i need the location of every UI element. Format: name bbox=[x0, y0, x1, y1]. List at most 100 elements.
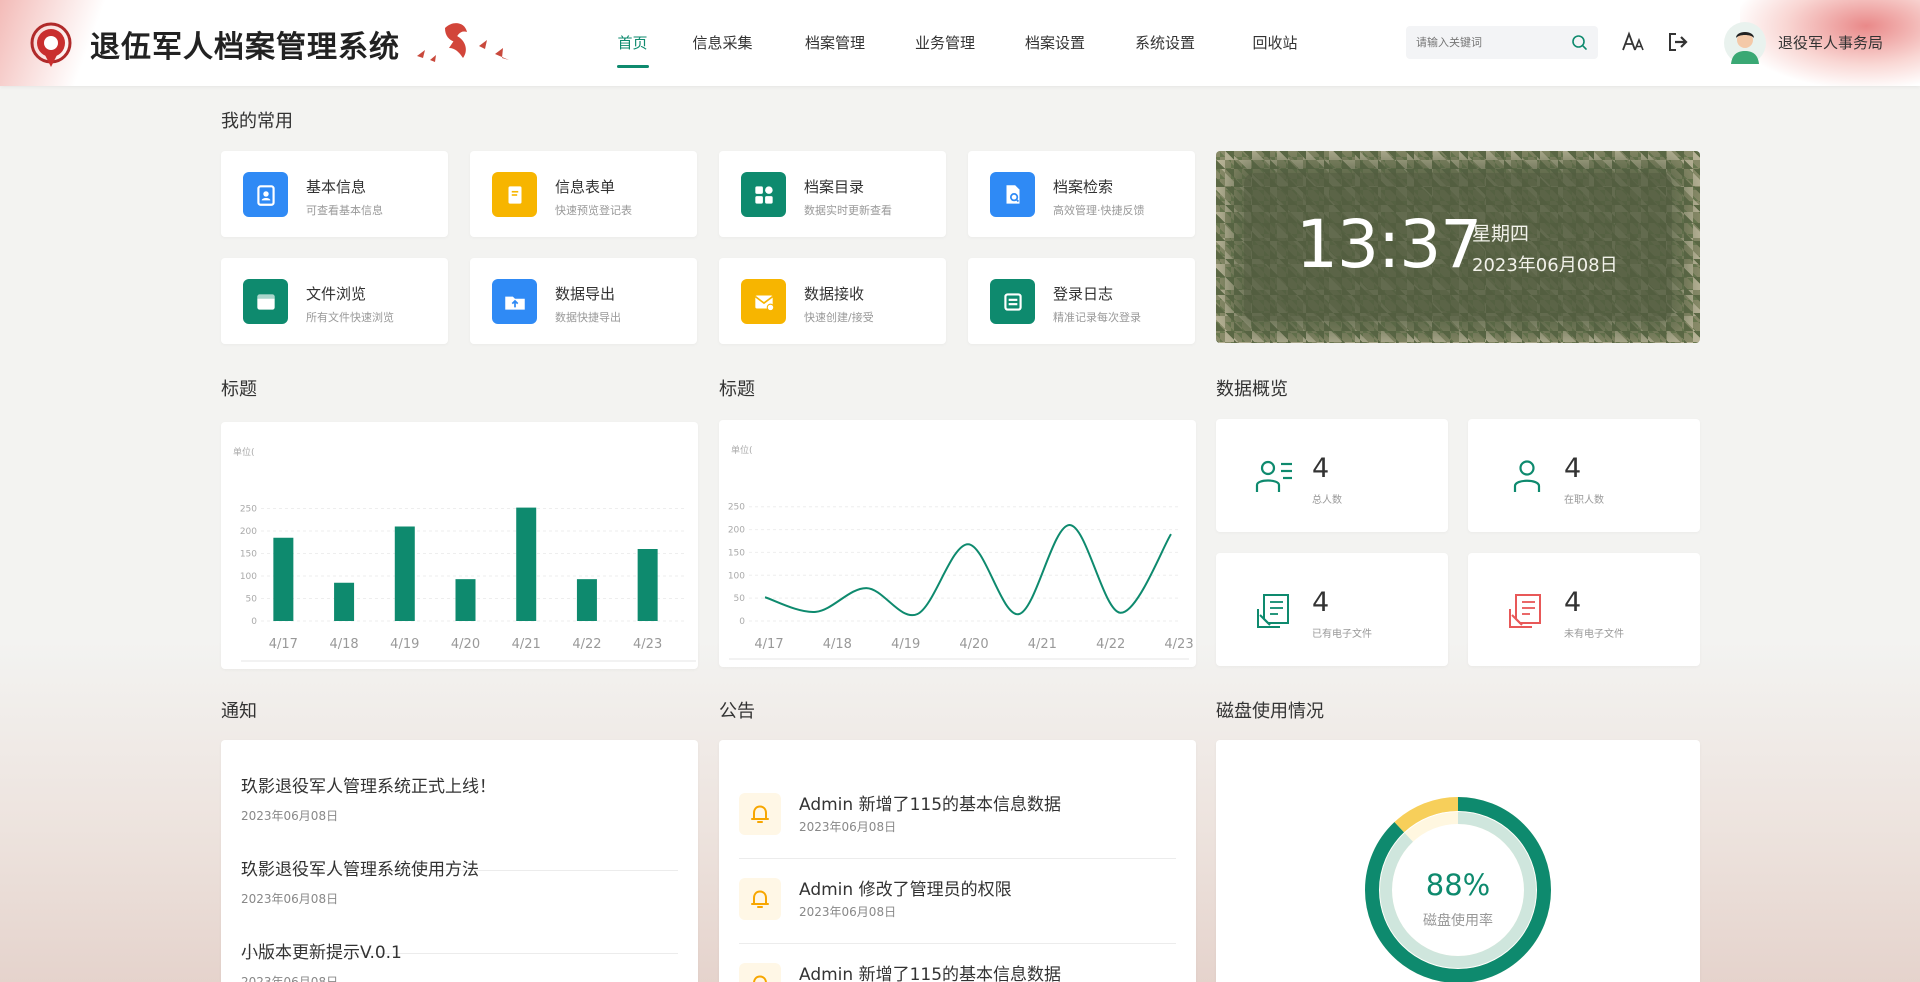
x-tick-label: 4/21 bbox=[512, 637, 541, 652]
bell-icon-box bbox=[739, 878, 781, 920]
notice-date: 2023年06月08日 bbox=[241, 975, 339, 982]
overview-card-3[interactable]: 4 未有电子文件 bbox=[1468, 553, 1700, 666]
overview-card-1[interactable]: 4 在职人数 bbox=[1468, 419, 1700, 532]
overview-label: 未有电子文件 bbox=[1564, 629, 1624, 640]
bar[interactable] bbox=[273, 537, 294, 621]
grid-icon bbox=[754, 185, 773, 204]
y-tick-label: 0 bbox=[251, 617, 257, 627]
search-icon[interactable] bbox=[1571, 34, 1588, 51]
shortcut-card-3[interactable]: 档案检索 高效管理·快捷反馈 bbox=[968, 151, 1195, 237]
user-name[interactable]: 退役军人事务局 bbox=[1778, 32, 1883, 53]
bell-icon bbox=[751, 805, 769, 823]
main-nav: 首页 信息采集 档案管理 业务管理 档案设置 系统设置 回收站 bbox=[600, 0, 1330, 86]
nav-item-0[interactable]: 首页 bbox=[600, 0, 665, 86]
shortcut-icon-box bbox=[741, 279, 786, 324]
bar[interactable] bbox=[334, 582, 355, 621]
overview-value: 4 bbox=[1564, 587, 1582, 618]
x-tick-label: 4/20 bbox=[959, 637, 988, 652]
y-tick-label: 0 bbox=[739, 617, 745, 627]
top-header: 退伍军人档案管理系统 首页信息采集档案管理业务管理档案设置系统设置回收站 退役军… bbox=[0, 0, 1920, 86]
x-tick-label: 4/18 bbox=[823, 637, 852, 652]
shortcut-title: 数据导出 bbox=[555, 285, 616, 303]
shortcut-card-5[interactable]: 数据导出数据快捷导出 bbox=[470, 258, 697, 344]
clock-weekday: 星期四 bbox=[1472, 223, 1530, 245]
bar[interactable] bbox=[455, 579, 476, 621]
overview-label: 已有电子文件 bbox=[1312, 629, 1372, 640]
shortcut-card-2[interactable]: 档案目录数据实时更新查看 bbox=[719, 151, 946, 237]
x-tick-label: 4/18 bbox=[329, 637, 358, 652]
notices-title: 通知 bbox=[221, 701, 257, 722]
series-line[interactable] bbox=[764, 523, 1172, 617]
shortcut-icon-box bbox=[243, 279, 288, 324]
mail-icon bbox=[754, 295, 774, 311]
notice-title: 玖影退役军人管理系统使用方法 bbox=[241, 860, 479, 880]
announcement-title: Admin 新增了115的基本信息数据 bbox=[799, 795, 1062, 815]
bar[interactable] bbox=[576, 579, 597, 621]
search-box[interactable] bbox=[1406, 26, 1598, 59]
y-tick-label: 150 bbox=[728, 548, 745, 558]
y-tick-label: 200 bbox=[240, 527, 257, 537]
shortcut-subtitle: 快速预览登记表 bbox=[555, 204, 632, 217]
x-tick-label: 4/19 bbox=[390, 637, 419, 652]
shortcut-card-1[interactable]: 信息表单 快速预览登记表 bbox=[470, 151, 697, 237]
log-icon bbox=[1003, 292, 1022, 311]
y-tick-label: 100 bbox=[728, 571, 745, 581]
y-tick-label: 150 bbox=[240, 550, 257, 560]
announcements-title: 公告 bbox=[719, 701, 755, 722]
x-tick-label: 4/21 bbox=[1028, 637, 1057, 652]
nav-item-3[interactable]: 业务管理 bbox=[890, 0, 1000, 86]
search-input[interactable] bbox=[1416, 26, 1566, 59]
notice-item[interactable]: 玖影退役军人管理系统使用方法 2023年06月08日 bbox=[241, 855, 678, 907]
x-tick-label: 4/19 bbox=[891, 637, 920, 652]
notices-card: 玖影退役军人管理系统正式上线！ 2023年06月08日 玖影退役军人管理系统使用方法… bbox=[221, 740, 698, 982]
bar[interactable] bbox=[637, 549, 658, 621]
notice-item[interactable]: 小版本更新提示V.0.1 2023年06月08日 bbox=[241, 938, 678, 982]
shortcut-subtitle: 所有文件快速浏览 bbox=[306, 311, 394, 324]
bar[interactable] bbox=[394, 526, 415, 622]
nav-item-6[interactable]: 回收站 bbox=[1220, 0, 1330, 86]
nav-item-2[interactable]: 档案管理 bbox=[780, 0, 890, 86]
bar-chart-card: 单位(0 50 100 150 200 250 4/17 4/18 4/19 4/20 4/21 4/… bbox=[221, 422, 698, 669]
y-tick-label: 250 bbox=[728, 503, 745, 513]
shortcut-subtitle: 数据快捷导出 bbox=[555, 311, 621, 324]
shortcut-card-4[interactable]: 文件浏览 所有文件快速浏览 bbox=[221, 258, 448, 344]
shortcut-card-7[interactable]: 登录日志 精准记录每次登录 bbox=[968, 258, 1195, 344]
favorites-title: 我的常用 bbox=[221, 111, 293, 132]
notice-title: 玖影退役军人管理系统正式上线！ bbox=[241, 777, 496, 797]
announcement-item[interactable]: Admin 新增了115的基本信息数据2023年06月08日 bbox=[739, 782, 1176, 852]
shortcut-title: 数据接收 bbox=[804, 285, 865, 303]
x-tick-label: 4/22 bbox=[572, 637, 601, 652]
nav-item-1[interactable]: 信息采集 bbox=[665, 0, 780, 86]
x-tick-label: 4/22 bbox=[1096, 637, 1125, 652]
shortcut-card-0[interactable]: 基本信息 可查看基本信息 bbox=[221, 151, 448, 237]
nav-item-5[interactable]: 系统设置 bbox=[1110, 0, 1220, 86]
y-tick-label: 50 bbox=[246, 595, 258, 605]
overview-value: 4 bbox=[1564, 453, 1582, 484]
nav-item-4[interactable]: 档案设置 bbox=[1000, 0, 1110, 86]
overview-title: 数据概览 bbox=[1216, 379, 1288, 400]
logout-icon[interactable] bbox=[1666, 30, 1690, 54]
overview-card-2[interactable]: 4 已有电子文件 bbox=[1216, 553, 1448, 666]
clock-date: 2023年06月08日 bbox=[1472, 255, 1618, 276]
shortcut-title: 档案目录 bbox=[804, 178, 865, 196]
y-unit-label: 单位( bbox=[233, 446, 255, 458]
disk-card: 88% 磁盘使用率 bbox=[1216, 740, 1700, 982]
announcement-title: Admin 修改了管理员的权限 bbox=[799, 880, 1012, 900]
app-logo-icon bbox=[30, 22, 72, 67]
contact-book-icon bbox=[256, 184, 275, 206]
y-unit-label: 单位( bbox=[731, 444, 753, 456]
notice-item[interactable]: 玖影退役军人管理系统正式上线！ 2023年06月08日 bbox=[241, 772, 678, 824]
disk-donut-chart bbox=[1365, 797, 1551, 982]
clock-widget: 13:37 星期四 2023年06月08日 bbox=[1216, 151, 1700, 343]
bell-icon bbox=[753, 975, 767, 982]
bar[interactable] bbox=[516, 507, 537, 621]
shortcut-card-6[interactable]: 数据接收 快速创建/接受 bbox=[719, 258, 946, 344]
shortcut-subtitle: 数据实时更新查看 bbox=[804, 204, 892, 217]
announcement-item[interactable]: Admin 修改了管理员的权限 2023年06月08日 bbox=[739, 867, 1176, 937]
announcement-item[interactable]: Admin 新增了115的基本信息数据2023年06月08日 bbox=[739, 952, 1176, 982]
avatar[interactable] bbox=[1724, 22, 1766, 64]
font-size-icon[interactable] bbox=[1621, 30, 1645, 54]
line-chart: 单位(0 50 100 150 200 250 4/17 4/18 4/19 4/20 4/21 4/… bbox=[728, 444, 1194, 660]
window-icon bbox=[256, 293, 275, 310]
overview-card-0[interactable]: 4 总人数 bbox=[1216, 419, 1448, 532]
